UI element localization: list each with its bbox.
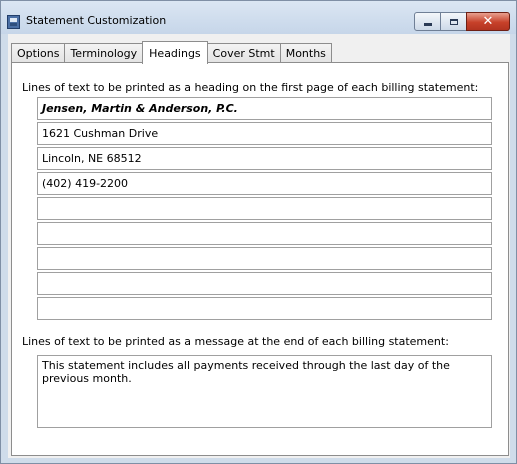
tab-cover-stmt[interactable]: Cover Stmt: [206, 43, 281, 63]
tab-options[interactable]: Options: [11, 43, 66, 63]
statement-customization-window: Statement Customization ✕ Options Termin…: [0, 0, 517, 464]
close-button[interactable]: ✕: [466, 12, 510, 31]
heading-line-4[interactable]: (402) 419-2200: [37, 172, 492, 195]
window-title: Statement Customization: [26, 14, 167, 27]
heading-line-7[interactable]: [37, 247, 492, 270]
heading-line-2[interactable]: 1621 Cushman Drive: [37, 122, 492, 145]
tab-terminology[interactable]: Terminology: [64, 43, 144, 63]
tab-months[interactable]: Months: [279, 43, 332, 63]
minimize-button[interactable]: [414, 12, 441, 31]
maximize-button[interactable]: [440, 12, 467, 31]
close-icon: ✕: [482, 14, 494, 29]
heading-lines-list: Jensen, Martin & Anderson, P.C. 1621 Cus…: [37, 97, 492, 322]
tab-strip: Options Terminology Headings Cover Stmt …: [11, 41, 332, 64]
message-textarea[interactable]: This statement includes all payments rec…: [37, 355, 492, 428]
heading-line-8[interactable]: [37, 272, 492, 295]
caption-buttons: ✕: [414, 12, 510, 31]
maximize-icon: [449, 18, 458, 25]
app-icon[interactable]: [7, 15, 20, 29]
heading-line-3[interactable]: Lincoln, NE 68512: [37, 147, 492, 170]
heading-line-5[interactable]: [37, 197, 492, 220]
title-bar[interactable]: Statement Customization ✕: [1, 1, 516, 34]
heading-line-9[interactable]: [37, 297, 492, 320]
message-label: Lines of text to be printed as a message…: [22, 335, 449, 348]
heading-line-6[interactable]: [37, 222, 492, 245]
heading-lines-label: Lines of text to be printed as a heading…: [22, 81, 479, 94]
heading-line-1[interactable]: Jensen, Martin & Anderson, P.C.: [37, 97, 492, 120]
tab-headings[interactable]: Headings: [142, 41, 208, 64]
minimize-icon: [423, 22, 432, 26]
